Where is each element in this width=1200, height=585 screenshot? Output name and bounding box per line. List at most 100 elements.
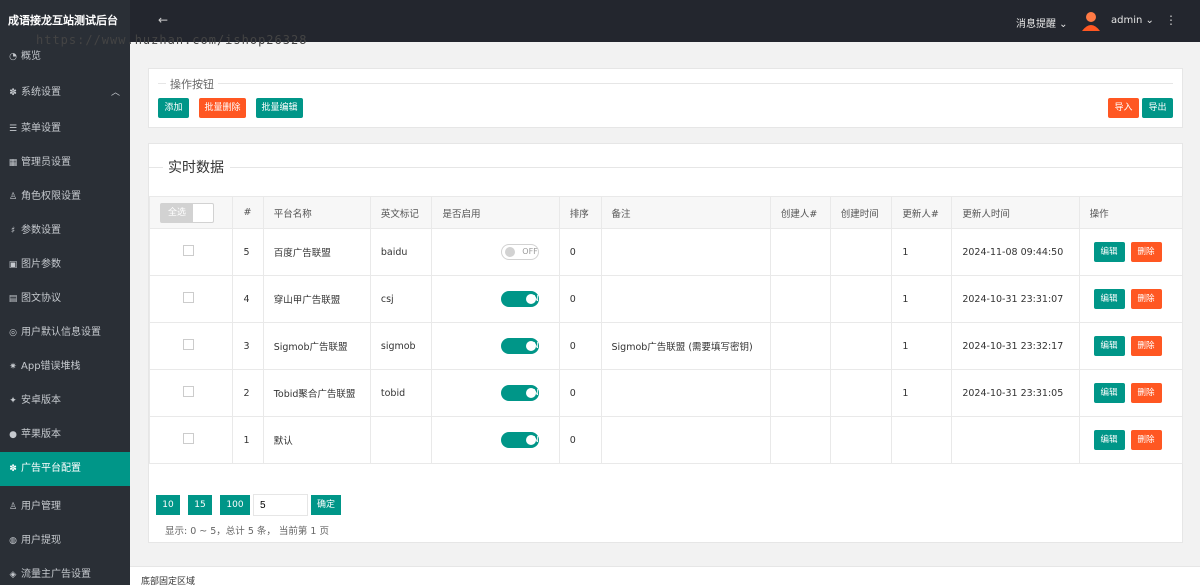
batch-delete-button[interactable]: 批量删除 — [199, 98, 246, 118]
delete-button[interactable]: 删除 — [1130, 383, 1162, 403]
android-icon: ✦ — [9, 396, 17, 406]
import-button[interactable]: 导入 — [1108, 98, 1139, 118]
row-checkbox[interactable] — [183, 386, 194, 397]
updated-time: 2024-11-08 09:44:50 — [951, 228, 1080, 276]
page-size-15-button[interactable]: 15 — [188, 495, 212, 515]
sidebar-item-label: 用户提现 — [21, 535, 61, 546]
platform-table: 全选 # 平台名称 英文标记 是否启用 排序 备注 创建人# 创建时间 更新人# 更新人时间 操作 … — [148, 196, 1184, 464]
sidebar-item-7[interactable]: ▤ 图文协议 — [0, 282, 130, 316]
edit-button[interactable]: 编辑 — [1093, 242, 1125, 262]
enabled-cell: ON — [431, 322, 560, 370]
platform-code: tobid — [369, 369, 433, 417]
sidebar-item-label: 管理员设置 — [21, 157, 71, 168]
sidebar-item-0[interactable]: ◔ 概览 — [0, 43, 130, 71]
remark — [600, 275, 771, 323]
actions-cell: 编辑 删除 — [1078, 322, 1184, 370]
actions-cell: 编辑 删除 — [1078, 228, 1184, 276]
row-checkbox[interactable] — [183, 339, 194, 350]
pagination-summary: 显示: 0 ~ 5，总计 5 条， 当前第 1 页 — [165, 526, 329, 537]
confirm-button[interactable]: 确定 — [311, 495, 341, 515]
back-arrow-icon[interactable]: ← — [158, 13, 168, 27]
select-all-toggle[interactable]: 全选 — [160, 202, 214, 223]
admin-icon: ▦ — [8, 158, 18, 168]
row-id: 1 — [232, 416, 264, 464]
platform-code: csj — [369, 275, 433, 323]
sidebar-item-1[interactable]: ✽ 系统设置 ︿ — [0, 76, 130, 110]
sidebar-item-11[interactable]: ● 苹果版本 — [0, 418, 130, 452]
row-id: 5 — [232, 228, 264, 276]
updater: 1 — [891, 322, 953, 370]
edit-button[interactable]: 编辑 — [1093, 383, 1125, 403]
row-checkbox[interactable] — [183, 433, 194, 444]
table-row: 4 穿山甲广告联盟 csj ON 0 1 2024-10-31 23:31:07 编辑 删除 — [148, 275, 1184, 323]
role-icon: ♙ — [8, 192, 18, 202]
sidebar-item-label: 安卓版本 — [21, 395, 61, 406]
batch-edit-button[interactable]: 批量编辑 — [256, 98, 303, 118]
row-id: 2 — [232, 369, 264, 417]
avatar-icon[interactable] — [1082, 11, 1100, 31]
page-size-100-button[interactable]: 100 — [220, 495, 250, 515]
sidebar-item-6[interactable]: ▣ 图片参数 — [0, 248, 130, 282]
page-size-input[interactable] — [253, 494, 308, 516]
ad-icon: ◈ — [9, 570, 17, 580]
sidebar-item-3[interactable]: ▦ 管理员设置 — [0, 146, 130, 180]
sidebar-item-13[interactable]: ♙ 用户管理 — [0, 490, 130, 524]
platform-name: Tobid聚合广告联盟 — [262, 369, 371, 417]
realtime-header: 实时数据 — [149, 155, 1182, 179]
column-header: 更新人# — [891, 196, 953, 229]
column-header: 排序 — [558, 196, 602, 229]
remark: Sigmob广告联盟 (需要填写密钥) — [600, 322, 771, 370]
sidebar-item-14[interactable]: ◍ 用户提现 — [0, 524, 130, 558]
menu-icon: ☰ — [8, 124, 18, 134]
enabled-switch[interactable]: ON — [500, 385, 539, 401]
user-info-icon: ◎ — [9, 328, 17, 338]
delete-button[interactable]: 删除 — [1130, 430, 1162, 450]
sidebar-item-5[interactable]: ♯ 参数设置 — [0, 214, 130, 248]
realtime-title: 实时数据 — [163, 157, 230, 177]
table-row: 3 Sigmob广告联盟 sigmob ON 0 Sigmob广告联盟 (需要填写密钥) 1… — [148, 322, 1184, 370]
column-header: # — [232, 196, 264, 229]
column-header: 是否启用 — [431, 196, 560, 229]
sidebar-item-label: 用户默认信息设置 — [21, 327, 101, 338]
created-time — [829, 228, 893, 276]
watermark: https://www.huzhan.com/ishop26328 — [36, 33, 308, 47]
creator — [769, 369, 831, 417]
notifications-menu[interactable]: 消息提醒 ⌄ — [1016, 15, 1068, 30]
sidebar-item-4[interactable]: ♙ 角色权限设置 — [0, 180, 130, 214]
enabled-switch[interactable]: ON — [500, 338, 539, 354]
edit-button[interactable]: 编辑 — [1093, 430, 1125, 450]
user-menu[interactable]: admin ⌄ — [1111, 15, 1154, 26]
creator — [769, 322, 831, 370]
sidebar-item-12[interactable]: ✽ 广告平台配置 — [0, 452, 130, 486]
sidebar-item-label: 流量主广告设置 — [21, 569, 91, 580]
edit-button[interactable]: 编辑 — [1093, 336, 1125, 356]
sidebar-item-15[interactable]: ◈ 流量主广告设置 — [0, 558, 130, 585]
sidebar-item-2[interactable]: ☰ 菜单设置 — [0, 112, 130, 146]
sidebar-item-label: 图片参数 — [21, 259, 61, 270]
user-icon: ♙ — [8, 502, 18, 512]
more-vertical-icon[interactable]: ⋮ — [1165, 13, 1177, 27]
gear-icon: ✽ — [9, 88, 17, 98]
delete-button[interactable]: 删除 — [1130, 336, 1162, 356]
table-row: 1 默认 ON 0 编辑 删除 — [148, 416, 1184, 464]
export-button[interactable]: 导出 — [1142, 98, 1173, 118]
updated-time — [951, 416, 1080, 464]
sidebar-item-10[interactable]: ✦ 安卓版本 — [0, 384, 130, 418]
platform-code — [369, 416, 433, 464]
enabled-switch[interactable]: ON — [500, 432, 539, 448]
edit-button[interactable]: 编辑 — [1093, 289, 1125, 309]
delete-button[interactable]: 删除 — [1130, 242, 1162, 262]
row-checkbox[interactable] — [183, 245, 194, 256]
created-time — [829, 275, 893, 323]
enabled-switch[interactable]: OFF — [500, 244, 539, 260]
enabled-switch[interactable]: ON — [500, 291, 539, 307]
sidebar-item-label: 广告平台配置 — [21, 463, 81, 474]
add-button[interactable]: 添加 — [158, 98, 189, 118]
table-row: 5 百度广告联盟 baidu OFF 0 1 2024-11-08 09:44:50 编辑 删除 — [148, 228, 1184, 276]
sidebar-item-9[interactable]: ✷ App错误堆栈 — [0, 350, 130, 384]
page-size-10-button[interactable]: 10 — [156, 495, 180, 515]
actions-cell: 编辑 删除 — [1078, 369, 1184, 417]
delete-button[interactable]: 删除 — [1130, 289, 1162, 309]
sidebar-item-8[interactable]: ◎ 用户默认信息设置 — [0, 316, 130, 350]
row-checkbox[interactable] — [183, 292, 194, 303]
